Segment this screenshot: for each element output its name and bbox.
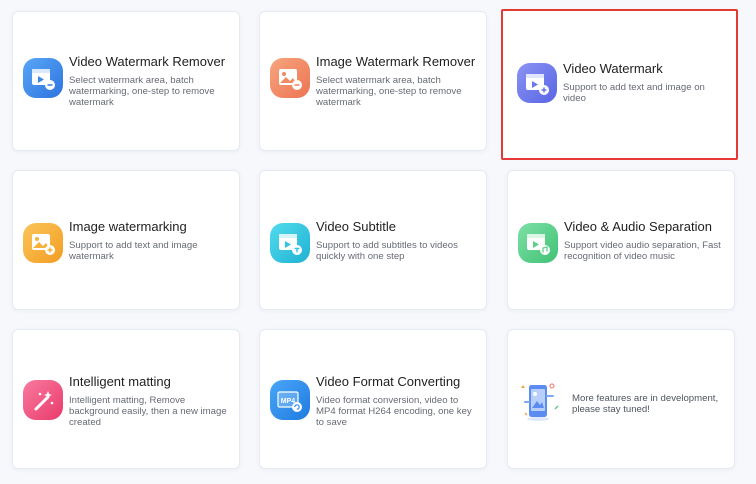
video-watermark-icon: [517, 63, 557, 103]
tool-description: Select watermark area, batch watermarkin…: [69, 75, 215, 108]
image-watermarking-icon: [23, 223, 63, 263]
more-features-message: More features are in development, please…: [572, 393, 719, 415]
tool-card-intelligent-matting[interactable]: Intelligent matting Intelligent matting,…: [12, 329, 240, 469]
tool-card-image-watermarking[interactable]: Image watermarking Support to add text a…: [12, 170, 240, 310]
tool-title: Image Watermark Remover: [316, 54, 476, 69]
tool-card-video-watermark-remover[interactable]: Video Watermark Remover Select watermark…: [12, 11, 240, 151]
tool-title: Intelligent matting: [69, 374, 171, 389]
tool-title: Video Watermark: [563, 61, 663, 76]
video-audio-separation-icon: [518, 223, 558, 263]
in-development-illustration-icon: [518, 377, 562, 423]
tool-description: Select watermark area, batch watermarkin…: [316, 75, 462, 108]
video-format-converting-icon: MP4: [270, 380, 310, 420]
tool-card-video-format-converting[interactable]: MP4 Video Format Converting Video format…: [259, 329, 487, 469]
tool-title: Image watermarking: [69, 219, 187, 234]
tool-description: Support to add text and image watermark: [69, 240, 198, 262]
intelligent-matting-icon: [23, 380, 63, 420]
more-features-card: More features are in development, please…: [507, 329, 735, 469]
tool-card-image-watermark-remover[interactable]: Image Watermark Remover Select watermark…: [259, 11, 487, 151]
tool-card-video-audio-separation[interactable]: Video & Audio Separation Support video a…: [507, 170, 735, 310]
tool-description: Video format conversion, video to MP4 fo…: [316, 395, 472, 428]
tool-description: Intelligent matting, Remove background e…: [69, 395, 227, 428]
tool-card-video-subtitle[interactable]: Video Subtitle Support to add subtitles …: [259, 170, 487, 310]
tool-title: Video Subtitle: [316, 219, 396, 234]
image-watermark-remover-icon: [270, 58, 310, 98]
video-subtitle-icon: [270, 223, 310, 263]
tool-title: Video & Audio Separation: [564, 219, 712, 234]
tool-card-video-watermark[interactable]: Video Watermark Support to add text and …: [501, 9, 738, 160]
tool-description: Support to add subtitles to videos quick…: [316, 240, 458, 262]
tool-title: Video Watermark Remover: [69, 54, 226, 69]
tool-description: Support to add text and image on video: [563, 82, 705, 104]
tool-title: Video Format Converting: [316, 374, 461, 389]
video-watermark-remover-icon: [23, 58, 63, 98]
tool-description: Support video audio separation, Fast rec…: [564, 240, 721, 262]
